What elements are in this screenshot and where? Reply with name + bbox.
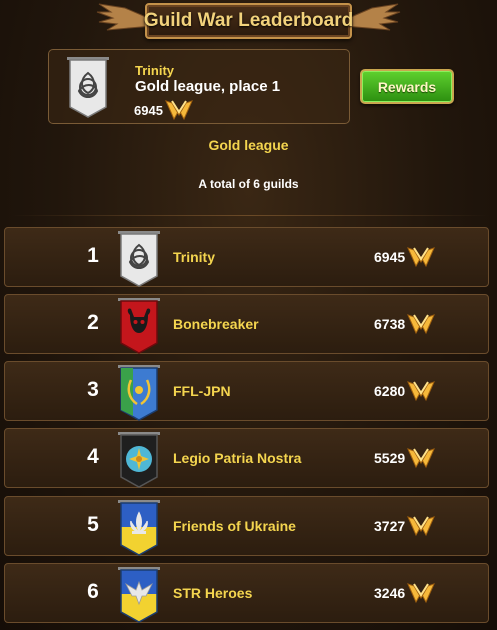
rank-number: 6 (87, 580, 99, 603)
guild-name: Trinity (173, 249, 216, 265)
leaderboard-row[interactable]: 4 Legio Patria Nostra 5529 (4, 428, 489, 488)
triquetra-banner-icon (118, 231, 160, 287)
guild-score-row: 3727 (374, 514, 436, 538)
leaderboard-row[interactable]: 2 Bonebreaker 6738 (4, 294, 489, 354)
guild-name: STR Heroes (173, 585, 253, 601)
leaderboard-row[interactable]: 1 Trinity 6945 (4, 227, 489, 287)
guild-score-row: 5529 (374, 446, 436, 470)
guild-score-row: 6280 (374, 379, 436, 403)
guild-score-row: 3246 (374, 581, 436, 605)
rank-number: 3 (87, 378, 99, 401)
leaderboard-row[interactable]: 6 STR Heroes 3246 (4, 563, 489, 623)
my-guild-score: 6945 (134, 102, 163, 118)
leaderboard-row[interactable]: 3 FFL-JPN 6280 (4, 361, 489, 421)
guild-score: 6738 (374, 316, 406, 332)
guild-score-row: 6945 (374, 245, 436, 269)
guild-score: 3727 (374, 518, 406, 534)
league-name: Gold league (208, 137, 289, 153)
my-guild-place: Gold league, place 1 (135, 78, 281, 95)
page-title: Guild War Leaderboard (143, 10, 354, 31)
eagle-banner-icon (118, 567, 160, 623)
my-guild-score-row: 6945 (134, 98, 193, 122)
laurel-banner-icon (118, 365, 160, 421)
rank-number: 1 (87, 244, 99, 267)
guild-name: Legio Patria Nostra (173, 450, 302, 466)
triquetra-banner-icon (67, 57, 109, 118)
title-plaque: Guild War Leaderboard (95, 0, 402, 44)
guild-name: Bonebreaker (173, 316, 259, 332)
guild-war-emblem-icon (407, 247, 436, 268)
fleur-de-lis-banner-icon (118, 500, 160, 556)
guild-score: 5529 (374, 450, 406, 466)
total-guilds-text: A total of 6 guilds (198, 177, 299, 191)
divider (10, 215, 490, 216)
bull-skull-banner-icon (118, 298, 160, 354)
guild-war-emblem-icon (407, 583, 436, 604)
my-guild-name: Trinity (135, 63, 175, 78)
rank-number: 2 (87, 311, 99, 334)
guild-score: 6945 (374, 249, 406, 265)
guild-war-emblem-icon (407, 381, 436, 402)
guild-score-row: 6738 (374, 312, 436, 336)
my-guild-card: Trinity Gold league, place 1 6945 (48, 49, 350, 124)
guild-name: Friends of Ukraine (173, 518, 296, 534)
sun-banner-icon (118, 432, 160, 488)
rank-number: 4 (87, 445, 99, 468)
guild-war-emblem-icon (165, 100, 193, 121)
rank-number: 5 (87, 513, 99, 536)
guild-war-emblem-icon (407, 516, 436, 537)
leaderboard-row[interactable]: 5 Friends of Ukraine 3727 (4, 496, 489, 556)
rewards-button[interactable]: Rewards (360, 69, 454, 104)
guild-score: 6280 (374, 383, 406, 399)
guild-name: FFL-JPN (173, 383, 231, 399)
guild-war-emblem-icon (407, 314, 436, 335)
guild-score: 3246 (374, 585, 406, 601)
guild-war-emblem-icon (407, 448, 436, 469)
